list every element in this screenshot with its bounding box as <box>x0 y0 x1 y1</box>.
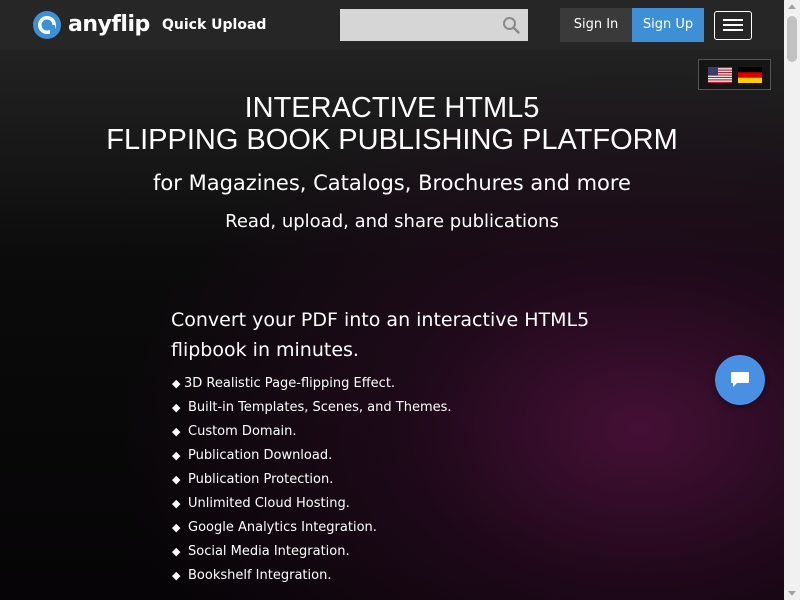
feature-list: ◆ 3D Realistic Page-flipping Effect. ◆ Bui… <box>172 373 452 589</box>
flag-de-icon[interactable] <box>738 67 762 83</box>
feature-item: ◆ Custom Domain. <box>172 421 452 445</box>
scroll-up-arrow-icon[interactable] <box>784 0 800 14</box>
diamond-bullet-icon: ◆ <box>172 521 181 534</box>
diamond-bullet-icon: ◆ <box>172 401 181 414</box>
anyflip-logo-icon <box>33 11 61 39</box>
flag-us-icon[interactable] <box>708 67 732 83</box>
feature-text: Custom Domain. <box>188 424 297 439</box>
live-chat-button[interactable] <box>715 355 765 405</box>
hero-subtitle: for Magazines, Catalogs, Brochures and m… <box>153 171 631 195</box>
diamond-bullet-icon: ◆ <box>172 449 181 462</box>
feature-text: Publication Protection. <box>188 472 334 487</box>
feature-item: ◆ Google Analytics Integration. <box>172 517 452 541</box>
search-icon[interactable] <box>502 16 520 34</box>
diamond-bullet-icon: ◆ <box>172 425 181 438</box>
feature-item: ◆ Unlimited Cloud Hosting. <box>172 493 452 517</box>
feature-text: Publication Download. <box>188 448 333 463</box>
menu-line-icon <box>723 29 743 31</box>
feature-text: Unlimited Cloud Hosting. <box>188 496 350 511</box>
vertical-scrollbar[interactable] <box>784 0 800 600</box>
convert-heading-line-1: Convert your PDF into an interactive HTM… <box>171 309 590 331</box>
scroll-thumb[interactable] <box>787 16 797 62</box>
hamburger-menu-button[interactable] <box>714 11 752 40</box>
logo-link[interactable]: anyflip <box>32 10 150 40</box>
hero-title-line-1: INTERACTIVE HTML5 <box>244 92 540 124</box>
page: anyflip Quick Upload Sign In Sign Up INT… <box>0 0 800 600</box>
feature-item: ◆ Publication Protection. <box>172 469 452 493</box>
diamond-bullet-icon: ◆ <box>172 545 181 558</box>
diamond-bullet-icon: ◆ <box>172 473 181 486</box>
feature-text: Google Analytics Integration. <box>188 520 377 535</box>
chat-bubble-icon <box>731 372 749 387</box>
scroll-down-arrow-icon[interactable] <box>784 586 800 600</box>
feature-text: Social Media Integration. <box>188 544 350 559</box>
feature-item: ◆ Publication Download. <box>172 445 452 469</box>
diamond-bullet-icon: ◆ <box>172 497 181 510</box>
feature-item: ◆ Bookshelf Integration. <box>172 565 452 589</box>
top-navbar: anyflip Quick Upload Sign In Sign Up <box>0 0 784 50</box>
menu-line-icon <box>723 24 743 26</box>
sign-up-button[interactable]: Sign Up <box>632 8 704 42</box>
convert-heading: Convert your PDF into an interactive HTM… <box>171 305 631 365</box>
feature-text: Built-in Templates, Scenes, and Themes. <box>188 400 452 415</box>
diamond-bullet-icon: ◆ <box>172 569 181 582</box>
hero-title: INTERACTIVE HTML5 FLIPPING BOOK PUBLISHI… <box>0 92 784 156</box>
hero-tagline: Read, upload, and share publications <box>225 211 559 232</box>
convert-heading-line-2: flipbook in minutes. <box>171 339 359 361</box>
menu-line-icon <box>723 19 743 21</box>
feature-text: 3D Realistic Page-flipping Effect. <box>184 376 396 391</box>
feature-item: ◆ Social Media Integration. <box>172 541 452 565</box>
quick-upload-link[interactable]: Quick Upload <box>162 15 266 35</box>
logo-text: anyflip <box>68 12 150 37</box>
hero-title-line-2: FLIPPING BOOK PUBLISHING PLATFORM <box>106 124 678 156</box>
sign-in-button[interactable]: Sign In <box>560 8 632 42</box>
feature-item: ◆ 3D Realistic Page-flipping Effect. <box>172 373 452 397</box>
language-selector <box>698 59 771 90</box>
feature-text: Bookshelf Integration. <box>188 568 332 583</box>
feature-item: ◆ Built-in Templates, Scenes, and Themes. <box>172 397 452 421</box>
search-box <box>340 9 528 41</box>
search-input[interactable] <box>340 9 490 41</box>
